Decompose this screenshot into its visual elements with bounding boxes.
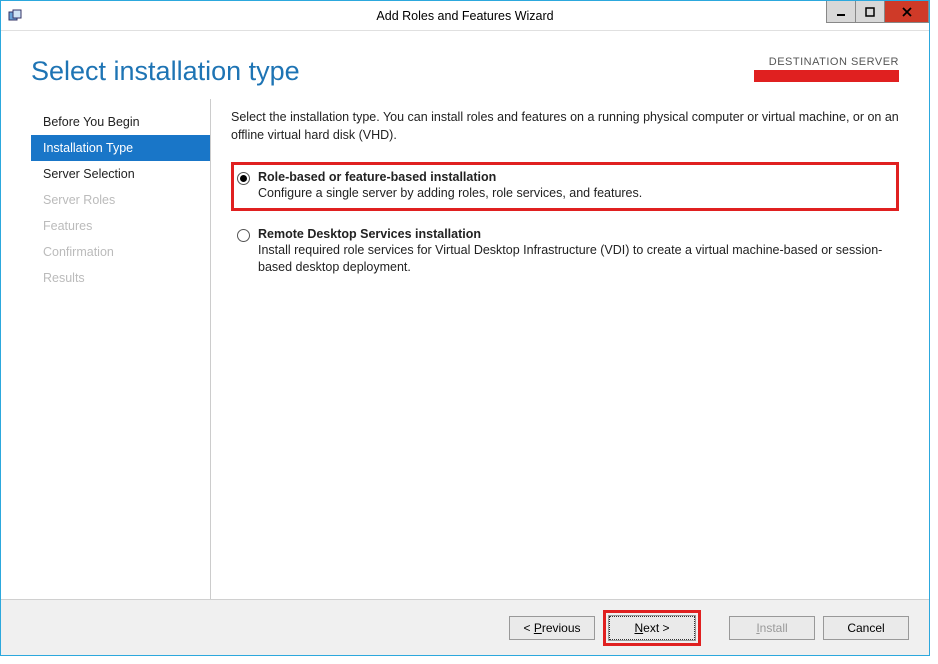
titlebar[interactable]: Add Roles and Features Wizard	[1, 1, 929, 31]
radio-button[interactable]	[237, 229, 250, 242]
intro-text: Select the installation type. You can in…	[231, 109, 899, 144]
option-text: Remote Desktop Services installationInst…	[258, 227, 893, 277]
option-title: Role-based or feature-based installation	[258, 170, 893, 184]
option-description: Install required role services for Virtu…	[258, 242, 893, 277]
option-title: Remote Desktop Services installation	[258, 227, 893, 241]
option-description: Configure a single server by adding role…	[258, 185, 893, 203]
install-option-0[interactable]: Role-based or feature-based installation…	[231, 162, 899, 211]
window-controls	[827, 1, 929, 23]
next-button-highlight: Next >	[603, 610, 701, 646]
wizard-nav-sidebar: Before You BeginInstallation TypeServer …	[31, 99, 211, 599]
wizard-footer: < Previous Next > Install Cancel	[1, 599, 929, 655]
main-body: Before You BeginInstallation TypeServer …	[1, 99, 929, 599]
window-title: Add Roles and Features Wizard	[376, 9, 553, 23]
close-button[interactable]	[884, 1, 929, 23]
app-icon	[7, 8, 23, 24]
nav-item-server-roles: Server Roles	[31, 187, 210, 213]
wizard-window: Add Roles and Features Wizard Select ins…	[0, 0, 930, 656]
page-title: Select installation type	[31, 56, 300, 87]
destination-server-block: DESTINATION SERVER	[754, 56, 899, 82]
nav-item-features: Features	[31, 213, 210, 239]
option-text: Role-based or feature-based installation…	[258, 170, 893, 203]
next-button[interactable]: Next >	[609, 616, 695, 640]
main-panel: Select the installation type. You can in…	[211, 99, 899, 599]
nav-item-server-selection[interactable]: Server Selection	[31, 161, 210, 187]
nav-item-results: Results	[31, 265, 210, 291]
install-button: Install	[729, 616, 815, 640]
maximize-button[interactable]	[855, 1, 885, 23]
content-area: Select installation type DESTINATION SER…	[1, 31, 929, 655]
nav-item-before-you-begin[interactable]: Before You Begin	[31, 109, 210, 135]
nav-item-confirmation: Confirmation	[31, 239, 210, 265]
previous-button[interactable]: < Previous	[509, 616, 595, 640]
destination-server-label: DESTINATION SERVER	[754, 56, 899, 68]
install-option-1[interactable]: Remote Desktop Services installationInst…	[231, 219, 899, 285]
minimize-button[interactable]	[826, 1, 856, 23]
header-region: Select installation type DESTINATION SER…	[1, 31, 929, 99]
destination-server-name-redacted	[754, 70, 899, 82]
radio-button[interactable]	[237, 172, 250, 185]
nav-item-installation-type[interactable]: Installation Type	[31, 135, 210, 161]
cancel-button[interactable]: Cancel	[823, 616, 909, 640]
